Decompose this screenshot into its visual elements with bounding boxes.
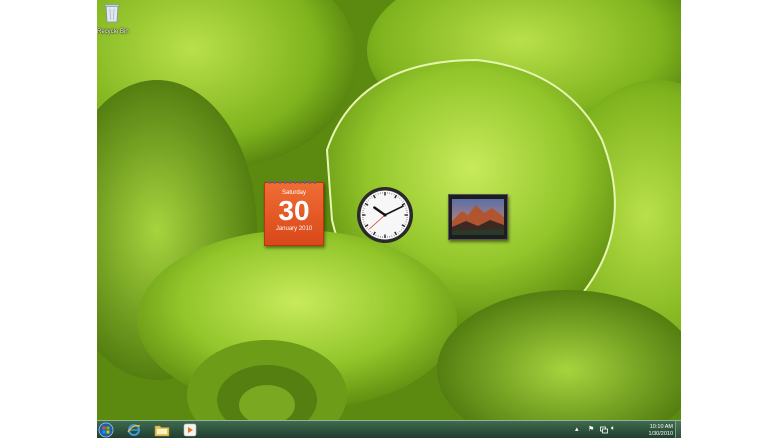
landscape-photo	[452, 199, 504, 235]
show-desktop-button[interactable]	[675, 421, 681, 438]
taskbar: ▴ ⚑ 🔈︎ 10:10 AM 1/30/2010	[97, 420, 681, 438]
taskbar-internet-explorer[interactable]	[123, 422, 145, 438]
recycle-bin-desktop-icon[interactable]: Recycle Bin	[97, 0, 129, 38]
calendar-gadget[interactable]: Saturday 30 January 2010	[264, 180, 324, 246]
clock-hub	[383, 213, 387, 217]
recycle-bin-label: Recycle Bin	[97, 29, 129, 35]
calendar-day-number: 30	[278, 195, 310, 226]
calendar-rings	[269, 180, 319, 184]
desktop[interactable]: Recycle Bin Saturday 30 January 2010 ▴ ⚑…	[97, 0, 681, 438]
windows-orb-icon	[98, 422, 114, 438]
action-center-flag-icon[interactable]: ⚑	[588, 425, 594, 433]
calendar-month-year: January 2010	[275, 226, 313, 232]
tray-clock-date[interactable]: 1/30/2010	[649, 431, 673, 437]
slideshow-gadget[interactable]	[448, 194, 508, 240]
show-hidden-icons-chevron[interactable]: ▴	[575, 425, 579, 433]
taskbar-media-player[interactable]	[179, 422, 201, 438]
volume-icon[interactable]: 🔈︎	[611, 425, 615, 433]
folder-icon	[154, 425, 170, 436]
tray-clock-time[interactable]: 10:10 AM	[650, 424, 673, 430]
internet-explorer-icon	[127, 424, 141, 436]
recycle-bin-icon	[104, 4, 120, 23]
start-button[interactable]	[97, 422, 115, 438]
media-player-icon	[183, 423, 197, 437]
system-tray: ▴ ⚑ 🔈︎ 10:10 AM 1/30/2010	[571, 421, 681, 438]
clock-gadget[interactable]	[355, 185, 415, 245]
network-icon[interactable]	[600, 426, 608, 434]
taskbar-windows-explorer[interactable]	[151, 422, 173, 438]
